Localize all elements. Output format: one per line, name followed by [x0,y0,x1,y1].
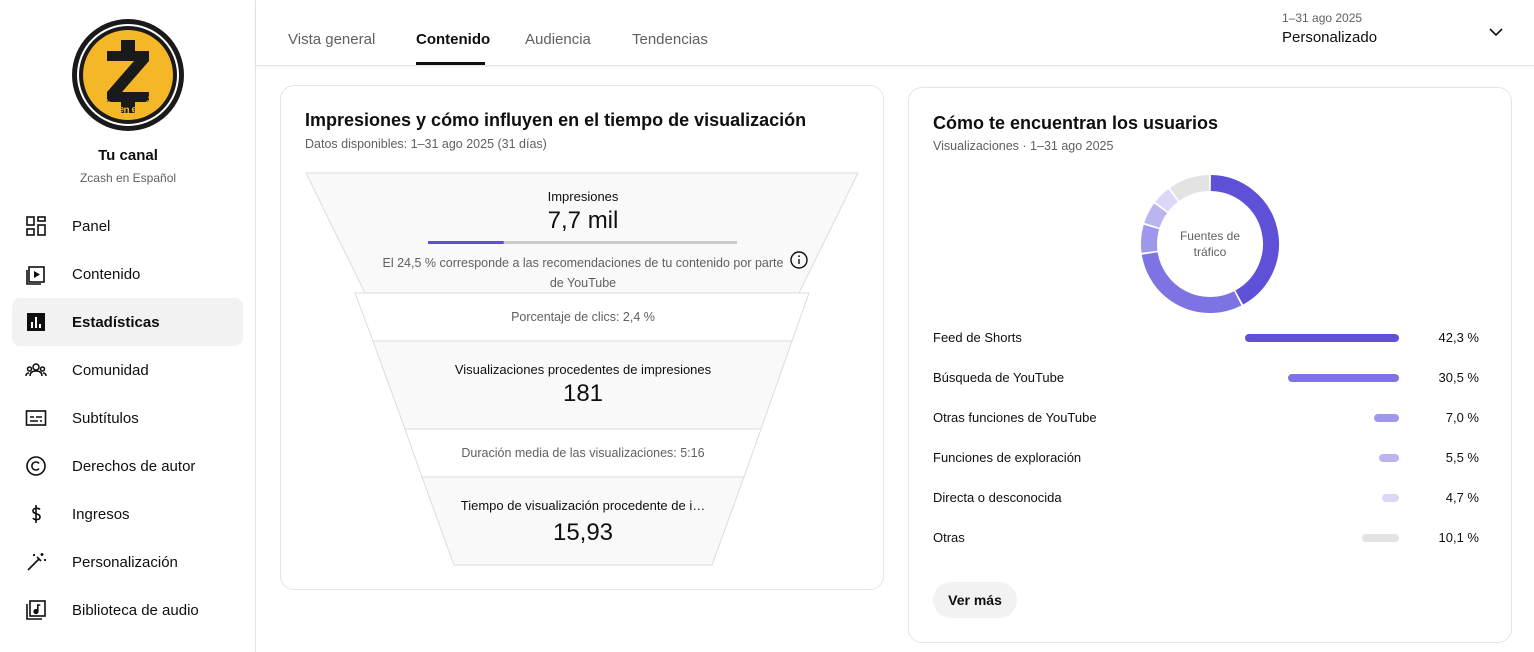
analytics-header: Vista general Contenido Audiencia Tenden… [256,0,1534,66]
community-icon [24,358,48,382]
traffic-source-row: Búsqueda de YouTube 30,5 % [933,368,1481,388]
tab-tendencias[interactable]: Tendencias [632,31,708,48]
traffic-source-label: Búsqueda de YouTube [933,370,1065,385]
recommendation-note-line2: de YouTube [549,276,617,290]
traffic-source-label: Otras funciones de YouTube [933,410,1097,425]
donut-center-label: Fuentes de tráfico [1138,228,1282,260]
traffic-sources-card: Cómo te encuentran los usuarios Visualiz… [908,87,1512,643]
traffic-source-label: Feed de Shorts [933,330,1022,345]
sidebar-item-label: Biblioteca de audio [72,601,199,619]
impressions-funnel [305,172,859,566]
views-label: Visualizaciones procedentes de impresion… [454,362,712,377]
channel-title: Tu canal [98,147,158,164]
traffic-source-label: Funciones de exploración [933,450,1082,465]
sidebar-item-label: Contenido [72,265,141,283]
sidebar-item-personalizacion[interactable]: Personalización [12,538,243,586]
subtitles-icon [24,406,48,430]
watch-time-label: Tiempo de visualización procedente de i… [460,498,706,513]
donut-segment[interactable] [1141,251,1242,313]
video-content-icon [24,262,48,286]
traffic-source-value: 42,3 % [1438,330,1479,345]
traffic-source-value: 7,0 % [1445,410,1479,425]
traffic-card-title: Cómo te encuentran los usuarios [933,113,1219,133]
donut-label-line2: tráfico [1193,245,1227,259]
donut-segment[interactable] [1144,203,1168,229]
date-range-text[interactable]: 1–31 ago 2025 [1282,11,1362,25]
traffic-source-row: Otras funciones de YouTube 7,0 % [933,408,1481,428]
ctr-text: Porcentaje de clics: 2,4 % [511,310,655,324]
sidebar-item-label: Derechos de autor [72,457,196,475]
sidebar-item-estadisticas[interactable]: Estadísticas [12,298,243,346]
traffic-source-value: 5,5 % [1445,450,1479,465]
sidebar-item-biblioteca-de-audio[interactable]: Biblioteca de audio [12,586,243,634]
donut-segment[interactable] [1155,188,1179,212]
recommendation-progress-fill [428,241,504,244]
sidebar-nav: Panel Contenido Estadísticas Comunidad S… [12,202,243,634]
audio-library-icon [24,598,48,622]
sidebar-item-derechos-de-autor[interactable]: Derechos de autor [12,442,243,490]
traffic-source-row: Feed de Shorts 42,3 % [933,328,1481,348]
chevron-down-icon[interactable] [1486,22,1506,42]
donut-segment[interactable] [1169,175,1210,202]
sidebar-item-subtitulos[interactable]: Subtítulos [12,394,243,442]
dashboard-icon [24,214,48,238]
sidebar-item-comunidad[interactable]: Comunidad [12,346,243,394]
sidebar-item-label: Panel [72,217,111,235]
traffic-source-value: 10,1 % [1438,530,1479,545]
traffic-source-row: Funciones de exploración 5,5 % [933,448,1481,468]
traffic-source-bar [1245,334,1399,342]
avg-duration-text: Duración media de las visualizaciones: 5… [461,446,705,460]
sidebar-item-label: Personalización [72,553,178,571]
magic-wand-icon [24,550,48,574]
see-more-button[interactable]: Ver más [933,582,1017,618]
traffic-source-label: Otras [933,530,965,545]
traffic-source-row: Otras 10,1 % [933,528,1481,548]
traffic-source-bar [1288,374,1399,382]
traffic-source-value: 30,5 % [1438,370,1479,385]
impressions-label: Impresiones [547,189,619,204]
impressions-value: 7,7 mil [547,207,619,234]
traffic-source-value: 4,7 % [1445,490,1479,505]
tab-contenido[interactable]: Contenido [416,31,490,48]
date-mode-text[interactable]: Personalizado [1282,29,1377,46]
channel-avatar[interactable]: Zcash en español [71,18,185,132]
sidebar: Zcash en español Tu canal Zcash en Españ… [0,0,256,652]
views-value: 181 [562,380,604,407]
sidebar-item-label: Estadísticas [72,313,160,331]
traffic-source-bar [1362,534,1399,542]
analytics-icon [24,310,48,334]
sidebar-item-label: Ingresos [72,505,130,523]
traffic-card-subtitle: Visualizaciones · 1–31 ago 2025 [933,139,1114,153]
sidebar-item-contenido[interactable]: Contenido [12,250,243,298]
traffic-source-bar [1373,414,1399,422]
copyright-icon [24,454,48,478]
sidebar-item-ingresos[interactable]: Ingresos [12,490,243,538]
sidebar-item-label: Subtítulos [72,409,139,427]
traffic-source-bar [1381,494,1399,502]
active-tab-indicator [416,62,485,65]
traffic-source-label: Directa o desconocida [933,490,1062,505]
watch-time-value: 15,93 [552,519,614,546]
sidebar-item-label: Comunidad [72,361,149,379]
donut-label-line1: Fuentes de [1179,229,1241,243]
impressions-card: Impresiones y cómo influyen en el tiempo… [280,85,884,590]
info-icon[interactable] [790,251,808,269]
traffic-source-row: Directa o desconocida 4,7 % [933,488,1481,508]
tab-audiencia[interactable]: Audiencia [525,31,591,48]
tab-vista-general[interactable]: Vista general [288,31,375,48]
sidebar-item-panel[interactable]: Panel [12,202,243,250]
traffic-source-bar [1379,454,1399,462]
dollar-icon [24,502,48,526]
channel-name: Zcash en Español [79,171,177,185]
